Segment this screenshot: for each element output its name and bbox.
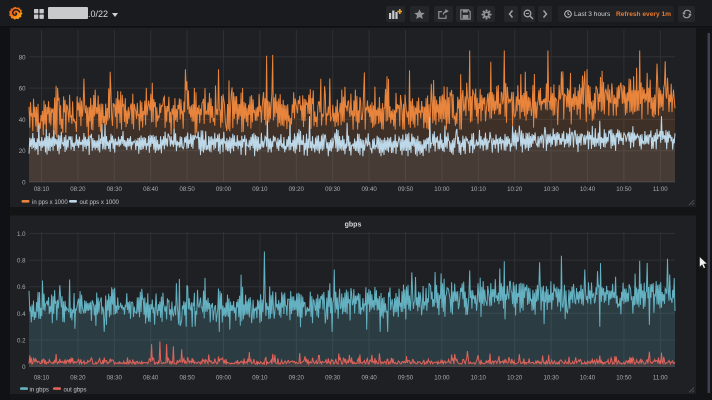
svg-text:09:10: 09:10 <box>252 375 268 382</box>
svg-text:09:50: 09:50 <box>398 375 414 382</box>
svg-text:08:50: 08:50 <box>179 375 195 382</box>
svg-text:0.6: 0.6 <box>17 284 26 291</box>
svg-text:10:50: 10:50 <box>616 375 632 382</box>
svg-text:09:20: 09:20 <box>289 375 305 382</box>
svg-text:08:30: 08:30 <box>107 375 123 382</box>
svg-text:09:40: 09:40 <box>361 375 377 382</box>
svg-text:08:40: 08:40 <box>143 186 159 193</box>
svg-text:out gbps: out gbps <box>64 387 87 393</box>
svg-text:09:10: 09:10 <box>252 186 268 193</box>
svg-text:10:30: 10:30 <box>543 375 559 382</box>
svg-text:09:50: 09:50 <box>398 186 414 193</box>
svg-text:in gbps: in gbps <box>30 387 49 393</box>
svg-text:80: 80 <box>19 54 26 61</box>
svg-text:11:00: 11:00 <box>653 375 668 382</box>
svg-text:08:30: 08:30 <box>107 186 123 193</box>
svg-text:1.0: 1.0 <box>17 231 26 238</box>
svg-text:08:10: 08:10 <box>34 186 50 193</box>
svg-text:10:30: 10:30 <box>543 186 559 193</box>
svg-text:11:00: 11:00 <box>653 186 668 193</box>
svg-text:08:50: 08:50 <box>179 186 195 193</box>
svg-text:10:20: 10:20 <box>507 186 523 193</box>
svg-text:0.8: 0.8 <box>17 258 26 265</box>
svg-text:10:00: 10:00 <box>434 375 450 382</box>
svg-text:10:50: 10:50 <box>616 186 632 193</box>
svg-text:09:20: 09:20 <box>289 186 305 193</box>
svg-text:10:40: 10:40 <box>580 186 596 193</box>
svg-text:10:00: 10:00 <box>434 186 450 193</box>
svg-text:out pps x 1000: out pps x 1000 <box>80 200 120 206</box>
svg-text:60: 60 <box>19 86 26 93</box>
svg-text:08:10: 08:10 <box>34 375 50 382</box>
svg-text:0.2: 0.2 <box>17 337 26 344</box>
svg-text:10:10: 10:10 <box>471 186 487 193</box>
svg-text:20: 20 <box>19 148 26 155</box>
svg-text:09:00: 09:00 <box>216 375 232 382</box>
svg-text:09:40: 09:40 <box>361 186 377 193</box>
svg-text:09:30: 09:30 <box>325 375 341 382</box>
svg-text:gbps: gbps <box>345 222 362 229</box>
svg-text:10:20: 10:20 <box>507 375 523 382</box>
svg-text:40: 40 <box>19 117 26 124</box>
svg-text:0.4: 0.4 <box>17 311 26 318</box>
svg-text:09:00: 09:00 <box>216 186 232 193</box>
svg-text:09:30: 09:30 <box>325 186 341 193</box>
svg-text:10:40: 10:40 <box>580 375 596 382</box>
svg-text:08:40: 08:40 <box>143 375 159 382</box>
svg-text:08:20: 08:20 <box>70 375 86 382</box>
svg-text:in pps x 1000: in pps x 1000 <box>32 200 68 206</box>
svg-text:08:20: 08:20 <box>70 186 86 193</box>
svg-text:10:10: 10:10 <box>471 375 487 382</box>
